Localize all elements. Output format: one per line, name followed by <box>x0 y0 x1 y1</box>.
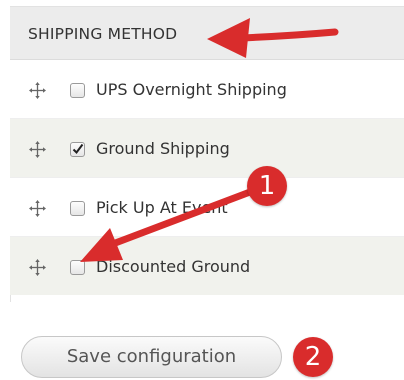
arrow-to-header-icon <box>207 18 339 58</box>
annotation-badge-2: 2 <box>293 337 333 377</box>
annotation-arrows <box>80 18 339 262</box>
arrow-to-checkbox-icon <box>80 188 254 262</box>
annotation-badge-1: 1 <box>247 166 287 206</box>
